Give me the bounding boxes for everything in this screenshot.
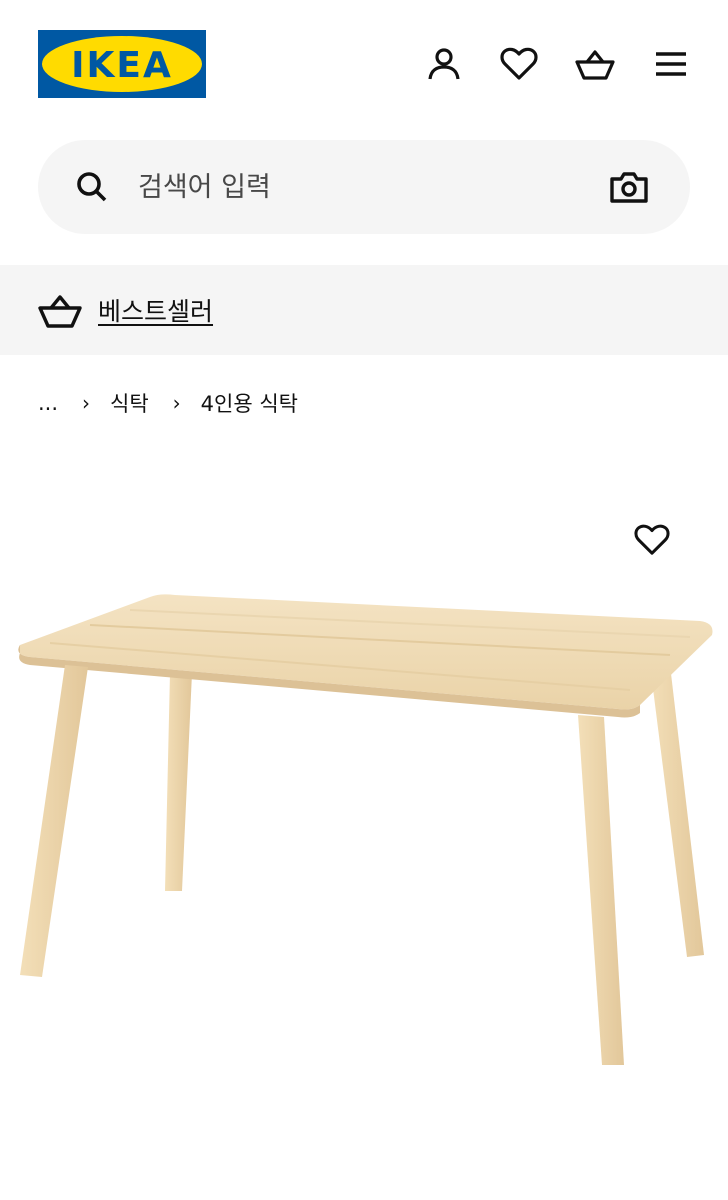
wooden-table-illustration [18,594,713,1065]
menu-icon[interactable] [651,44,691,84]
svg-text:IKEA: IKEA [71,45,173,86]
ikea-logo-graphic: IKEA [38,30,206,98]
account-icon[interactable] [424,44,464,84]
product-wishlist-heart-icon[interactable] [632,520,672,560]
bestseller-banner: 베스트셀러 [0,265,728,355]
header: IKEA [0,0,728,120]
breadcrumb: ... › 식탁 › 4인용 식탁 [38,386,298,420]
basket-icon[interactable] [575,44,615,84]
camera-icon[interactable] [608,167,650,207]
basket-icon [38,289,82,331]
search-input[interactable] [138,162,588,212]
breadcrumb-item-dining-table[interactable]: 식탁 [110,388,149,418]
product-image [10,585,720,1075]
chevron-right-icon: › [82,391,91,415]
chevron-right-icon: › [172,391,181,415]
search-bar [38,140,690,234]
search-icon[interactable] [72,167,112,207]
ikea-logo[interactable]: IKEA [38,30,206,98]
wishlist-heart-icon[interactable] [499,44,539,84]
breadcrumb-ellipsis[interactable]: ... [38,391,58,415]
breadcrumb-item-4-seat-table[interactable]: 4인용 식탁 [201,388,298,418]
bestseller-link[interactable]: 베스트셀러 [98,292,213,328]
